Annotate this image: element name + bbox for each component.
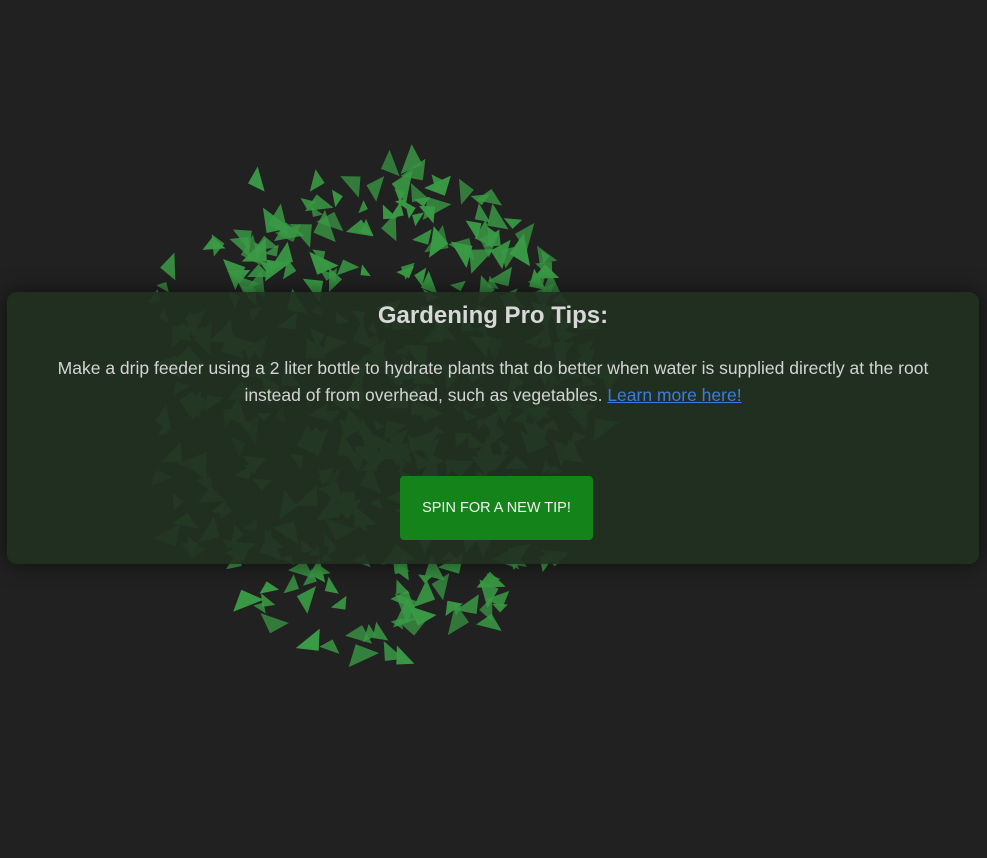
leaf-triangle-icon [260,613,289,634]
leaf-triangle-icon [331,189,343,208]
leaf-triangle-icon [360,264,371,277]
tip-panel: Gardening Pro Tips: Make a drip feeder u… [7,292,979,564]
leaf-triangle-icon [358,200,368,214]
leaf-triangle-icon [449,280,466,292]
leaf-triangle-icon [261,593,276,607]
leaf-triangle-icon [330,595,347,610]
leaf-triangle-icon [340,176,361,198]
learn-more-link[interactable]: Learn more here! [607,385,741,405]
leaf-triangle-icon [259,581,280,594]
leaf-triangle-icon [366,176,385,202]
leaf-triangle-icon [345,219,374,237]
panel-title: Gardening Pro Tips: [377,302,609,329]
leaf-triangle-icon [160,252,176,281]
page-root: Gardening Pro Tips: Make a drip feeder u… [0,0,987,858]
tip-text: Make a drip feeder using a 2 liter bottl… [57,358,929,405]
tip-paragraph: Make a drip feeder using a 2 liter bottl… [53,355,933,409]
leaf-triangle-icon [532,264,560,279]
leaf-triangle-icon [458,178,474,205]
leaf-triangle-icon [319,639,340,654]
leaf-triangle-icon [348,644,380,668]
leaf-triangle-icon [248,166,265,192]
leaf-triangle-icon [380,149,400,177]
spin-new-tip-button[interactable]: SPIN FOR A NEW TIP! [400,476,593,540]
leaf-triangle-icon [309,169,325,192]
